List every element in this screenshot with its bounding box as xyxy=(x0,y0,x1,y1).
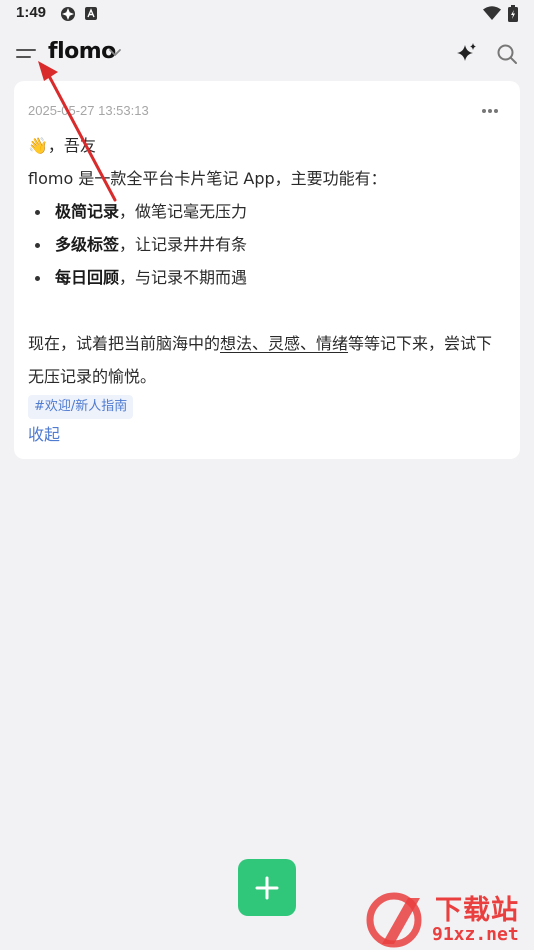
plus-icon xyxy=(255,876,279,899)
feature-desc: ，让记录井井有条 xyxy=(119,235,248,254)
notification-a-icon xyxy=(85,7,97,20)
feature-title: 每日回顾 xyxy=(55,268,120,287)
list-item: 多级标签，让记录井井有条 xyxy=(28,228,508,261)
list-item: 每日回顾，与记录不期而遇 xyxy=(28,261,508,294)
menu-icon[interactable] xyxy=(14,44,38,64)
sparkle-icon[interactable] xyxy=(456,42,478,64)
memo-content: 👋，吾友 flomo 是一款全平台卡片笔记 App，主要功能有： 极简记录，做笔… xyxy=(28,129,508,446)
sync-status-icon xyxy=(61,7,75,21)
more-options-icon[interactable] xyxy=(481,108,499,114)
wifi-icon xyxy=(483,6,501,20)
list-item: 极简记录，做笔记毫无压力 xyxy=(28,195,508,228)
collapse-link[interactable]: 收起 xyxy=(28,424,508,446)
watermark-text: 下载站 xyxy=(435,895,519,926)
search-icon[interactable] xyxy=(496,43,518,65)
memo-greeting: 👋，吾友 xyxy=(28,136,96,155)
feature-title: 极简记录 xyxy=(55,202,120,221)
memo-tag[interactable]: #欢迎/新人指南 xyxy=(28,395,134,419)
memo-paragraph: 现在，试着把当前脑海中的想法、灵感、情绪等等记下来，尝试下无压记录的愉悦。 xyxy=(28,327,508,393)
app-title[interactable]: flomo xyxy=(48,39,116,64)
feature-title: 多级标签 xyxy=(55,235,120,254)
battery-icon xyxy=(508,5,518,22)
memo-timestamp: 2025-05-27 13:53:13 xyxy=(28,103,149,118)
feature-desc: ，做笔记毫无压力 xyxy=(119,202,248,221)
top-bar: flomo xyxy=(0,32,534,76)
paragraph-text: 现在，试着把当前脑海中的 xyxy=(28,334,221,353)
memo-card[interactable]: 2025-05-27 13:53:13 👋，吾友 flomo 是一款全平台卡片笔… xyxy=(14,81,520,459)
add-memo-button[interactable] xyxy=(238,859,296,916)
underlined-text: 想法、灵感、情绪 xyxy=(220,334,349,353)
chevron-down-icon[interactable] xyxy=(108,47,122,57)
screen: 1:49 flomo 2025-05-27 13:53:13 👋，吾友 flom… xyxy=(0,0,534,950)
status-bar: 1:49 xyxy=(0,0,534,28)
status-time: 1:49 xyxy=(16,4,47,21)
watermark-url: 91xz.net xyxy=(432,924,519,945)
feature-list: 极简记录，做笔记毫无压力 多级标签，让记录井井有条 每日回顾，与记录不期而遇 xyxy=(28,195,508,294)
feature-desc: ，与记录不期而遇 xyxy=(119,268,248,287)
memo-intro: flomo 是一款全平台卡片笔记 App，主要功能有： xyxy=(28,169,387,188)
